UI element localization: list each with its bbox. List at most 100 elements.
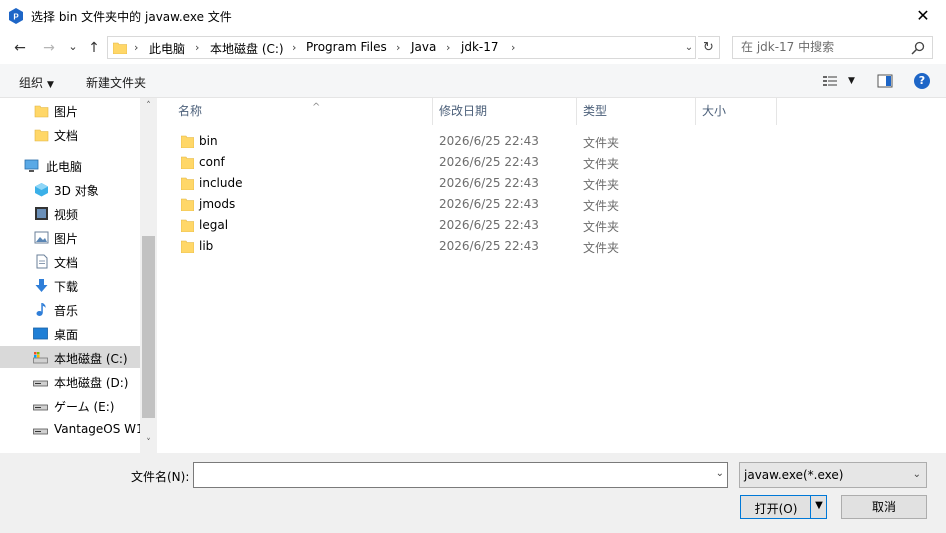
search-icon [911, 41, 925, 55]
breadcrumb-drive-c[interactable]: 本地磁盘 (C:) [210, 40, 284, 57]
file-name: jmods [199, 197, 236, 211]
forward-button[interactable]: → [40, 39, 58, 57]
file-row[interactable]: lib 2026/6/25 22:43 文件夹 [173, 236, 773, 257]
folder-icon [181, 198, 194, 211]
view-dropdown-icon[interactable]: ▼ [848, 76, 855, 86]
address-row: ← → ⌄ ↑ › 此电脑 › 本地磁盘 (C:) › Program File… [0, 31, 946, 64]
nav-label: 本地磁盘 (C:) [54, 352, 128, 366]
chevron-down-icon: ⌄ [912, 469, 921, 480]
file-row[interactable]: legal 2026/6/25 22:43 文件夹 [173, 215, 773, 236]
breadcrumb-program-files[interactable]: Program Files [306, 40, 387, 54]
nav-item-documents[interactable]: 文档 [0, 250, 140, 272]
file-type: 文件夹 [583, 157, 620, 171]
nav-item-drive-e[interactable]: ゲーム (E:) [0, 394, 140, 416]
nav-label: 视频 [54, 208, 79, 222]
caret-down-icon[interactable]: ▼ [812, 500, 826, 511]
nav-item-this-pc[interactable]: 此电脑 [0, 154, 140, 176]
nav-item-downloads[interactable]: 下载 [0, 274, 140, 296]
filename-input[interactable] [198, 467, 698, 481]
preview-pane-icon[interactable] [877, 73, 893, 89]
breadcrumb-separator-icon: › [134, 41, 139, 54]
file-modified: 2026/6/25 22:43 [439, 218, 539, 232]
navigation-pane: 图片 文档 此电脑 3D 对象 视频 图片 文档 下载 音乐 桌面 本地磁盘 (… [0, 98, 157, 453]
nav-item-videos[interactable]: 视频 [0, 202, 140, 224]
back-button[interactable]: ← [11, 39, 29, 57]
nav-scrollbar[interactable]: ˄ ˅ [140, 98, 157, 453]
nav-item-3d-objects[interactable]: 3D 对象 [0, 178, 140, 200]
folder-icon [181, 156, 194, 169]
scroll-down-icon[interactable]: ˅ [140, 435, 157, 452]
file-type: 文件夹 [583, 241, 620, 255]
open-button[interactable]: 打开(O) ▼ [740, 495, 827, 519]
column-type-label: 类型 [583, 104, 608, 118]
breadcrumb-java[interactable]: Java [411, 40, 436, 54]
breadcrumb-jdk17[interactable]: jdk-17 [461, 40, 499, 54]
breadcrumb-separator-icon: › [396, 41, 401, 54]
address-dropdown-icon[interactable]: ⌄ [682, 40, 696, 56]
close-button[interactable]: ✕ [900, 0, 946, 31]
file-list: 名称 ^ 修改日期 类型 大小 bin 2026/6/25 22:43 文件夹 … [157, 98, 946, 453]
chevron-down-icon[interactable]: ⌄ [716, 468, 724, 479]
window-title: 选择 bin 文件夹中的 javaw.exe 文件 [31, 10, 232, 24]
breadcrumb-this-pc[interactable]: 此电脑 [149, 40, 185, 57]
file-type-filter[interactable]: javaw.exe(*.exe) ⌄ [739, 462, 927, 488]
column-header-modified[interactable]: 修改日期 [433, 98, 577, 125]
search-box[interactable] [732, 36, 933, 59]
cancel-button[interactable]: 取消 [841, 495, 927, 519]
split-divider [810, 496, 811, 518]
new-folder-button[interactable]: 新建文件夹 [86, 74, 146, 91]
scroll-thumb[interactable] [142, 236, 155, 418]
drive-icon [33, 428, 48, 435]
nav-label: 下载 [54, 280, 79, 294]
video-icon [35, 207, 48, 220]
nav-item-drive-d[interactable]: 本地磁盘 (D:) [0, 370, 140, 392]
nav-item-pictures-pinned[interactable]: 图片 [0, 99, 140, 121]
filename-combobox[interactable]: ⌄ [193, 462, 728, 488]
file-type: 文件夹 [583, 136, 620, 150]
search-input[interactable] [741, 40, 901, 54]
file-type: 文件夹 [583, 220, 620, 234]
file-name: conf [199, 155, 225, 169]
svg-text:P: P [13, 13, 19, 22]
refresh-button[interactable]: ↻ [698, 36, 720, 59]
nav-label: ゲーム (E:) [54, 400, 115, 414]
music-icon [36, 303, 46, 316]
file-row[interactable]: conf 2026/6/25 22:43 文件夹 [173, 152, 773, 173]
desktop-icon [33, 327, 48, 340]
file-modified: 2026/6/25 22:43 [439, 197, 539, 211]
scroll-up-icon[interactable]: ˄ [140, 98, 157, 115]
nav-item-music[interactable]: 音乐 [0, 298, 140, 320]
folder-icon [34, 129, 49, 142]
nav-item-documents-pinned[interactable]: 文档 [0, 123, 140, 145]
open-button-label: 打开(O) [754, 502, 798, 516]
address-bar[interactable]: › 此电脑 › 本地磁盘 (C:) › Program Files › Java… [107, 36, 696, 59]
help-icon[interactable]: ? [914, 73, 930, 89]
dialog-footer: 文件名(N): ⌄ javaw.exe(*.exe) ⌄ 打开(O) ▼ 取消 [0, 453, 946, 533]
column-header-name[interactable]: 名称 ^ [172, 98, 433, 125]
column-header-size[interactable]: 大小 [696, 98, 777, 125]
file-row[interactable]: include 2026/6/25 22:43 文件夹 [173, 173, 773, 194]
nav-label: 图片 [54, 232, 79, 246]
chevron-down-icon: ⌄ [68, 39, 78, 53]
download-icon [35, 279, 48, 292]
file-row[interactable]: bin 2026/6/25 22:43 文件夹 [173, 131, 773, 152]
file-row[interactable]: jmods 2026/6/25 22:43 文件夹 [173, 194, 773, 215]
drive-c-icon [33, 352, 48, 364]
file-modified: 2026/6/25 22:43 [439, 155, 539, 169]
up-button[interactable]: ↑ [85, 39, 103, 57]
view-options-icon[interactable] [822, 73, 838, 89]
nav-item-vantageos[interactable]: VantageOS W1 [0, 418, 144, 440]
nav-item-pictures[interactable]: 图片 [0, 226, 140, 248]
nav-label: 本地磁盘 (D:) [54, 376, 129, 390]
nav-label: 图片 [54, 105, 79, 119]
nav-label: 音乐 [54, 304, 79, 318]
nav-item-desktop[interactable]: 桌面 [0, 322, 140, 344]
computer-icon [24, 159, 39, 172]
recent-locations-button[interactable]: ⌄ [64, 37, 82, 55]
organize-button[interactable]: 组织 ▼ [19, 74, 54, 91]
nav-item-drive-c[interactable]: 本地磁盘 (C:) [0, 346, 140, 368]
breadcrumb-separator-icon: › [292, 41, 297, 54]
breadcrumb-separator-icon: › [195, 41, 200, 54]
column-header-type[interactable]: 类型 [577, 98, 696, 125]
nav-label: 3D 对象 [54, 184, 99, 198]
